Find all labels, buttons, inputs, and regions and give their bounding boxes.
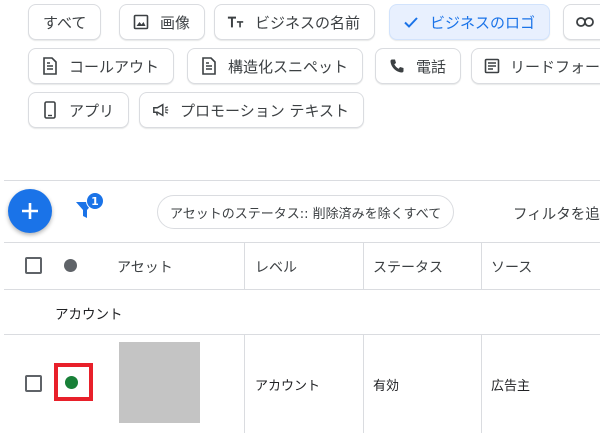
smartphone-icon [41, 101, 59, 119]
chip-structured-snippet-label: 構造化スニペット [228, 57, 349, 76]
chip-promotion-text[interactable]: プロモーション テキスト [139, 92, 365, 128]
toolbar-divider [4, 242, 600, 243]
column-divider [481, 243, 482, 289]
status-header-icon [64, 259, 77, 272]
chip-callout-label: コールアウト [69, 57, 160, 76]
column-header-level[interactable]: レベル [255, 257, 297, 277]
text-format-icon [227, 13, 245, 31]
chip-callout[interactable]: コールアウト [28, 48, 175, 84]
phone-icon [388, 57, 406, 75]
header-divider [4, 289, 600, 290]
group-divider [4, 334, 600, 335]
document-icon [200, 57, 218, 75]
add-filter-button[interactable]: フィルタを追加 [513, 203, 600, 224]
megaphone-icon [152, 101, 170, 119]
filter-count-badge: 1 [86, 192, 104, 210]
column-header-source[interactable]: ソース [491, 257, 532, 277]
chip-image-label: 画像 [160, 13, 191, 32]
link-icon [576, 13, 594, 31]
column-divider [363, 335, 364, 433]
checkmark-icon [402, 13, 420, 31]
chip-business-logo-label: ビジネスのロゴ [430, 13, 536, 32]
form-icon [484, 57, 500, 75]
chip-business-logo[interactable]: ビジネスのロゴ [389, 4, 551, 40]
select-all-checkbox[interactable] [25, 257, 42, 274]
asset-thumbnail[interactable] [119, 342, 200, 423]
chip-business-name-label: ビジネスの名前 [255, 13, 361, 32]
document-icon [41, 57, 59, 75]
chip-link[interactable] [563, 4, 600, 40]
chip-image[interactable]: 画像 [119, 4, 206, 40]
group-label: アカウント [55, 307, 123, 323]
chip-business-name[interactable]: ビジネスの名前 [214, 4, 376, 40]
chip-lead-form[interactable]: リードフォーム [471, 48, 600, 84]
chip-app-label: アプリ [69, 101, 115, 120]
plus-icon [22, 203, 38, 219]
column-divider [363, 243, 364, 289]
row-level: アカウント [255, 379, 321, 394]
chip-all[interactable]: すべて [28, 4, 102, 40]
chip-app[interactable]: アプリ [28, 92, 130, 128]
status-filter-label: アセットのステータス:: 削除済みを除くすべて [170, 206, 442, 222]
image-icon [132, 13, 150, 31]
row-checkbox[interactable] [25, 375, 42, 392]
column-divider [244, 335, 245, 433]
chip-promotion-text-label: プロモーション テキスト [180, 101, 350, 120]
chip-phone[interactable]: 電話 [375, 48, 462, 84]
column-divider [244, 243, 245, 289]
column-divider [481, 335, 482, 433]
row-source: 広告主 [491, 379, 531, 394]
row-status: 有効 [373, 379, 400, 394]
column-header-asset[interactable]: アセット [117, 257, 173, 277]
chip-all-label: すべて [43, 13, 87, 32]
status-active-dot [65, 376, 78, 389]
chip-phone-label: 電話 [416, 57, 447, 76]
column-header-status[interactable]: ステータス [373, 257, 443, 277]
chip-section-divider [4, 180, 600, 181]
add-button[interactable] [8, 189, 52, 233]
chip-lead-form-label: リードフォーム [510, 57, 600, 76]
status-filter-chip[interactable]: アセットのステータス:: 削除済みを除くすべて [157, 195, 455, 229]
chip-structured-snippet[interactable]: 構造化スニペット [187, 48, 364, 84]
